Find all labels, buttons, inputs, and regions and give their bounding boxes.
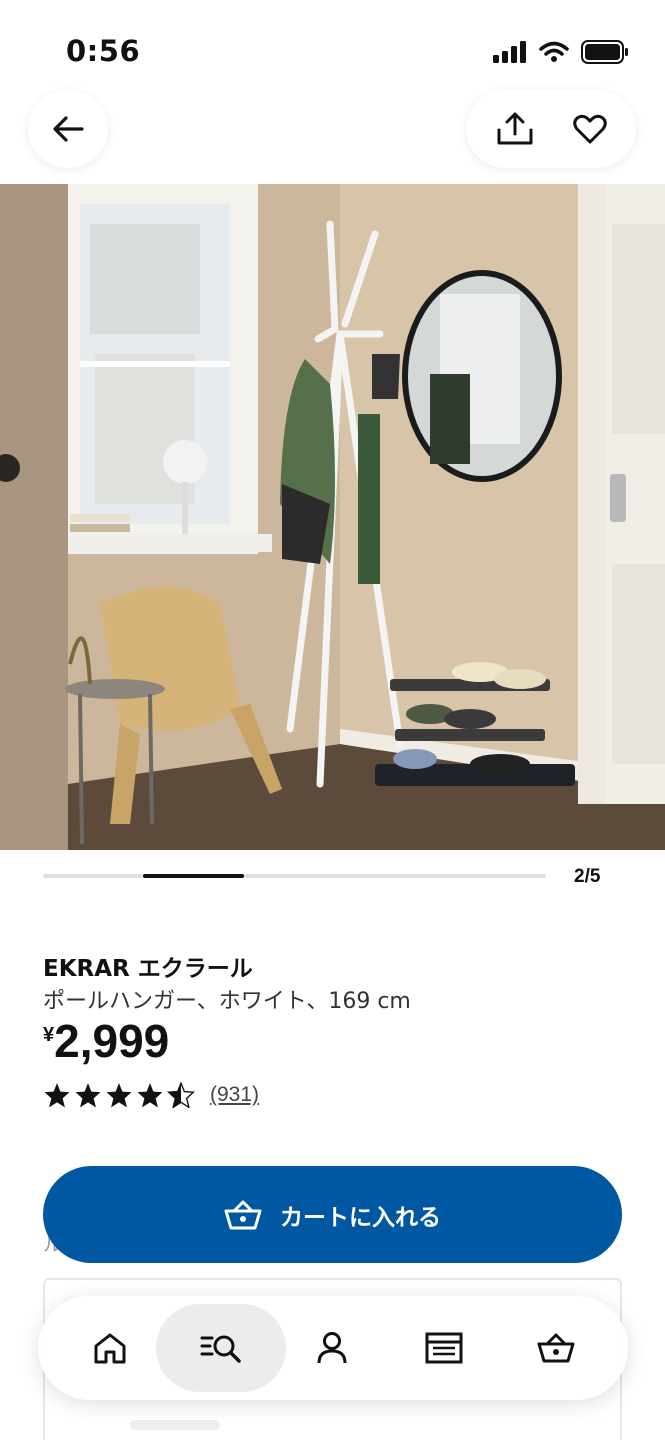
product-rating[interactable]: (931)	[43, 1082, 259, 1108]
status-bar: 0:56	[0, 0, 665, 100]
nav-store[interactable]	[400, 1304, 488, 1392]
gallery-progress	[43, 874, 546, 878]
basket-nav-icon	[537, 1333, 575, 1363]
heart-icon	[572, 114, 607, 144]
signal-icon	[493, 41, 526, 63]
price-amount: 2,999	[54, 1015, 170, 1067]
home-icon	[94, 1333, 126, 1364]
review-count[interactable]: (931)	[210, 1083, 259, 1107]
battery-icon	[581, 40, 628, 64]
card-placeholder-line	[130, 1420, 220, 1430]
status-time: 0:56	[66, 34, 141, 68]
nav-home[interactable]	[66, 1304, 154, 1392]
star-half-icon	[167, 1082, 195, 1108]
star-icon	[137, 1083, 163, 1108]
star-icon	[44, 1083, 70, 1108]
profile-icon	[317, 1332, 347, 1364]
add-to-cart-label: カートに入れる	[280, 1204, 441, 1231]
basket-icon	[224, 1200, 262, 1229]
status-icons	[493, 40, 629, 64]
nav-cart[interactable]	[512, 1304, 600, 1392]
share-icon	[497, 112, 532, 145]
nav-profile[interactable]	[288, 1304, 376, 1392]
product-description: ポールハンガー、ホワイト、169 cm	[43, 989, 411, 1014]
product-photo	[0, 184, 665, 850]
arrow-left-icon	[53, 116, 84, 142]
bottom-navigation	[38, 1296, 628, 1400]
search-list-icon	[200, 1335, 241, 1363]
currency-symbol: ¥	[43, 1024, 55, 1046]
nav-search[interactable]	[156, 1304, 286, 1392]
product-name: EKRAR エクラール	[43, 956, 253, 982]
product-price: ¥ 2,999	[43, 1014, 169, 1068]
favorite-button[interactable]	[572, 114, 607, 144]
top-actions	[466, 90, 636, 168]
back-button[interactable]	[28, 90, 108, 168]
star-icon	[106, 1083, 132, 1108]
wifi-icon	[539, 41, 569, 62]
store-icon	[425, 1332, 463, 1364]
gallery-counter: 2/5	[574, 866, 601, 887]
share-button[interactable]	[496, 112, 534, 146]
product-image[interactable]	[0, 184, 665, 850]
add-to-cart-button[interactable]: カートに入れる	[43, 1166, 622, 1263]
gallery-progress-thumb	[143, 874, 244, 878]
star-icon	[75, 1083, 101, 1108]
